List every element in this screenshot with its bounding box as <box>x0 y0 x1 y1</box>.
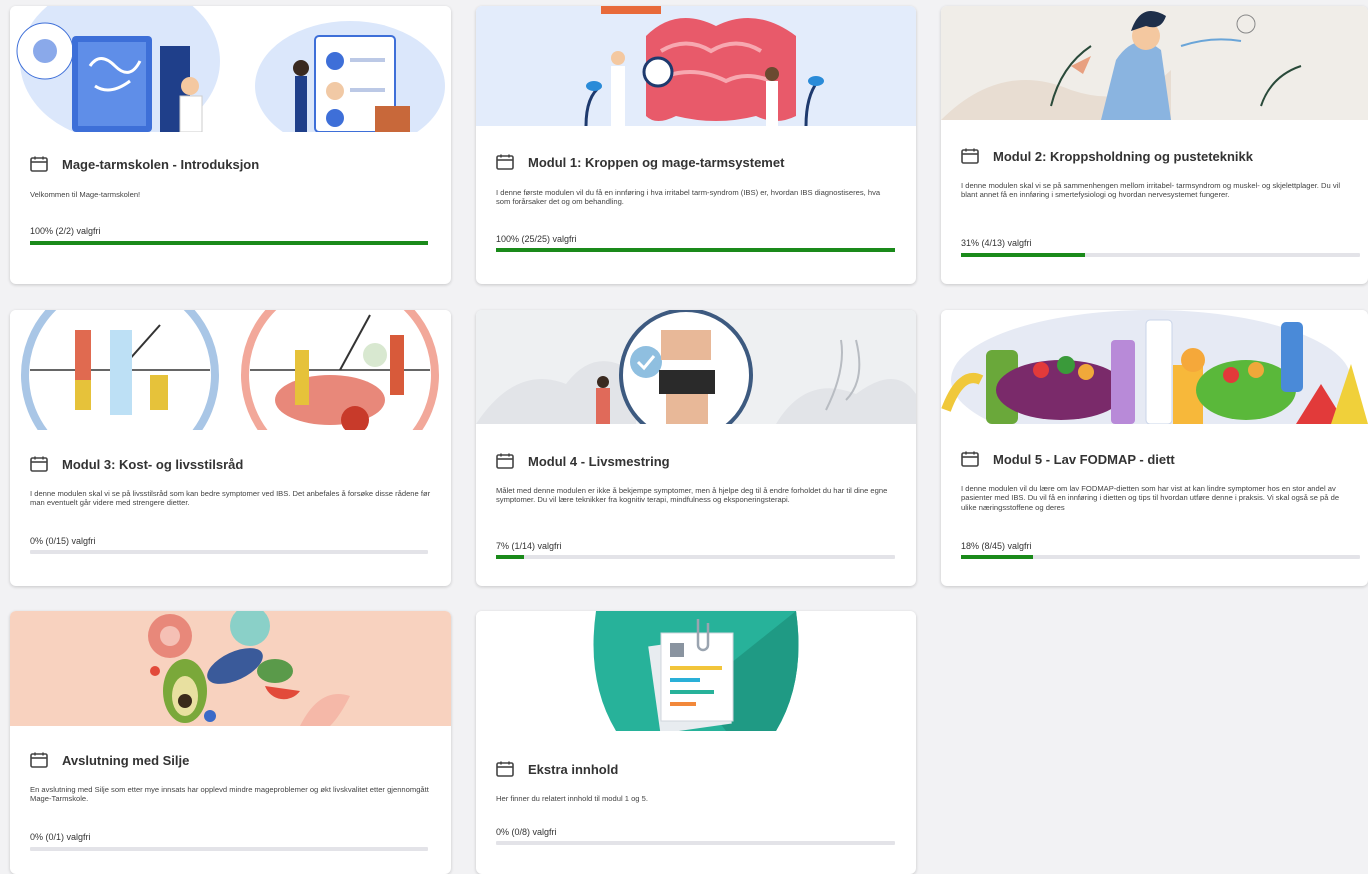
progress-label: 100% (25/25) valgfri <box>496 234 577 244</box>
card-image <box>10 310 451 430</box>
module-card-closing[interactable]: Avslutning med Silje En avslutning med S… <box>10 611 451 874</box>
calendar-icon <box>496 453 514 469</box>
progress-label: 0% (0/1) valgfri <box>30 832 91 842</box>
module-card-intro[interactable]: Mage-tarmskolen - Introduksjon Velkommen… <box>10 6 451 284</box>
calendar-icon <box>30 156 48 172</box>
progress-label: 7% (1/14) valgfri <box>496 541 562 551</box>
module-title[interactable]: Ekstra innhold <box>528 762 618 777</box>
progress-fill <box>961 555 1033 559</box>
module-title[interactable]: Modul 4 - Livsmestring <box>528 454 670 469</box>
progress-label: 31% (4/13) valgfri <box>961 238 1032 248</box>
card-image <box>10 611 451 726</box>
progress-fill <box>30 241 428 245</box>
progress-bar <box>30 847 428 851</box>
calendar-icon <box>961 148 979 164</box>
module-title[interactable]: Mage-tarmskolen - Introduksjon <box>62 157 259 172</box>
module-title[interactable]: Avslutning med Silje <box>62 753 189 768</box>
module-description: En avslutning med Silje som etter mye in… <box>30 785 429 804</box>
module-description: I denne modulen vil du lære om lav FODMA… <box>961 484 1340 512</box>
module-title[interactable]: Modul 5 - Lav FODMAP - diett <box>993 452 1175 467</box>
progress-bar <box>961 555 1360 559</box>
module-description: I denne modulen skal vi se på livsstilsr… <box>30 489 431 508</box>
module-card-extra[interactable]: Ekstra innhold Her finner du relatert in… <box>476 611 916 874</box>
module-card-5[interactable]: Modul 5 - Lav FODMAP - diett I denne mod… <box>941 310 1368 586</box>
card-image <box>941 6 1368 120</box>
progress-bar <box>496 841 895 845</box>
calendar-icon <box>30 752 48 768</box>
calendar-icon <box>30 456 48 472</box>
progress-bar <box>496 248 895 252</box>
card-image <box>10 6 451 132</box>
module-title[interactable]: Modul 2: Kroppsholdning og pusteteknikk <box>993 149 1253 164</box>
card-image <box>476 611 916 731</box>
module-description: Velkommen til Mage-tarmskolen! <box>30 190 141 199</box>
module-card-2[interactable]: Modul 2: Kroppsholdning og pusteteknikk … <box>941 6 1368 284</box>
module-description: Målet med denne modulen er ikke å bekjem… <box>496 486 888 505</box>
progress-label: 100% (2/2) valgfri <box>30 226 101 236</box>
progress-fill <box>961 253 1085 257</box>
module-description: I denne modulen skal vi se på sammenheng… <box>961 181 1341 200</box>
module-card-1[interactable]: Modul 1: Kroppen og mage-tarmsystemet I … <box>476 6 916 284</box>
progress-label: 0% (0/8) valgfri <box>496 827 557 837</box>
module-title[interactable]: Modul 1: Kroppen og mage-tarmsystemet <box>528 155 784 170</box>
progress-bar <box>30 550 428 554</box>
card-image <box>476 6 916 126</box>
progress-bar <box>961 253 1360 257</box>
module-title[interactable]: Modul 3: Kost- og livsstilsråd <box>62 457 243 472</box>
calendar-icon <box>496 154 514 170</box>
progress-bar <box>30 241 428 245</box>
module-description: I denne første modulen vil du få en innf… <box>496 188 881 207</box>
module-card-4[interactable]: Modul 4 - Livsmestring Målet med denne m… <box>476 310 916 586</box>
calendar-icon <box>961 451 979 467</box>
module-card-3[interactable]: Modul 3: Kost- og livsstilsråd I denne m… <box>10 310 451 586</box>
module-description: Her finner du relatert innhold til modul… <box>496 794 648 803</box>
card-image <box>941 310 1368 424</box>
calendar-icon <box>496 761 514 777</box>
progress-fill <box>496 555 524 559</box>
card-image <box>476 310 916 424</box>
progress-label: 18% (8/45) valgfri <box>961 541 1032 551</box>
progress-label: 0% (0/15) valgfri <box>30 536 96 546</box>
progress-fill <box>496 248 895 252</box>
progress-bar <box>496 555 895 559</box>
